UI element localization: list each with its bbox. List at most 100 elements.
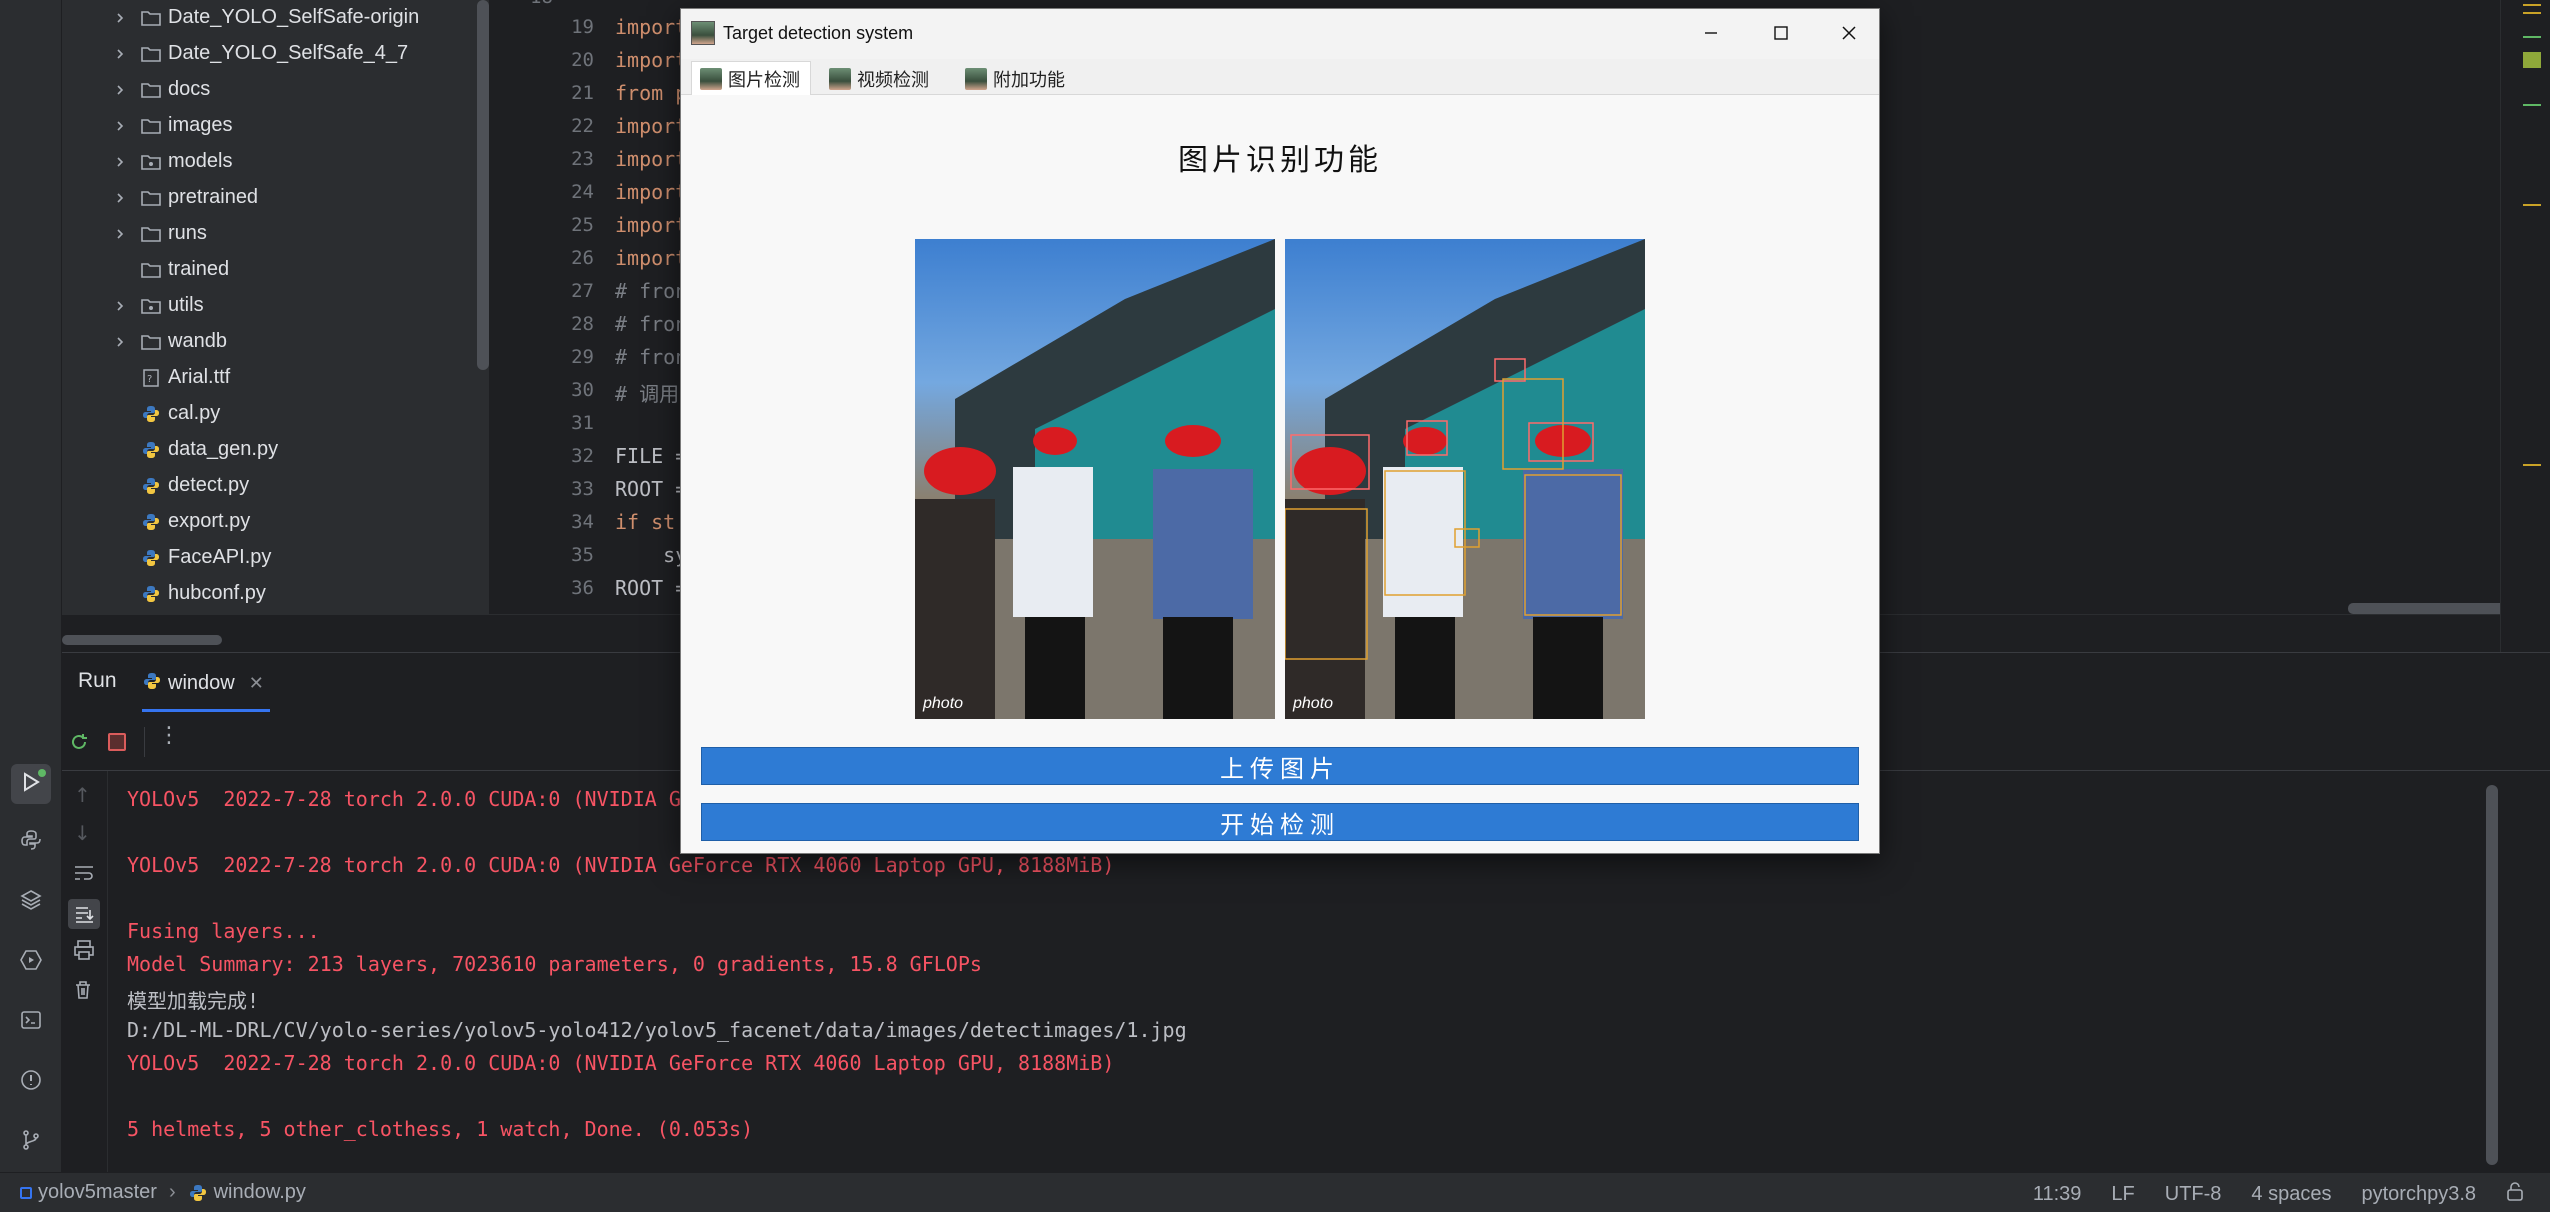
lock-icon[interactable] bbox=[2506, 1181, 2524, 1207]
tab-image-detection[interactable]: 图片检测 bbox=[691, 61, 811, 95]
console-scrollbar[interactable] bbox=[2486, 785, 2498, 1165]
print-icon[interactable] bbox=[72, 939, 96, 965]
services-tool-button[interactable] bbox=[11, 942, 51, 982]
chevron-right-icon[interactable] bbox=[110, 152, 130, 172]
python-interpreter[interactable]: pytorchpy3.8 bbox=[2361, 1183, 2476, 1206]
code-line[interactable]: ROOT = bbox=[615, 477, 687, 501]
marker-warning[interactable] bbox=[2523, 204, 2541, 206]
scroll-to-end-icon[interactable] bbox=[68, 899, 100, 929]
chevron-right-icon[interactable] bbox=[110, 116, 130, 136]
terminal-tool-button[interactable] bbox=[11, 1002, 51, 1042]
breadcrumb-project[interactable]: yolov5master bbox=[38, 1181, 157, 1204]
code-line[interactable]: import bbox=[615, 48, 687, 72]
trash-icon[interactable] bbox=[72, 979, 94, 1005]
line-number: 32 bbox=[571, 445, 594, 467]
line-number: 34 bbox=[571, 511, 594, 533]
maximize-button[interactable] bbox=[1761, 15, 1801, 51]
tree-item[interactable]: hubconf.py bbox=[62, 576, 478, 612]
tree-item[interactable]: detect.py bbox=[62, 468, 478, 504]
code-line[interactable]: from p bbox=[615, 81, 687, 105]
tree-item[interactable]: runs bbox=[62, 216, 478, 252]
problems-tool-button[interactable] bbox=[11, 1062, 51, 1102]
code-line[interactable]: import bbox=[615, 213, 687, 237]
tab-extra-functions[interactable]: 附加功能 bbox=[957, 63, 1075, 95]
breadcrumb: yolov5master › window.py bbox=[20, 1181, 306, 1204]
scroll-down-icon[interactable]: ↓ bbox=[74, 821, 91, 845]
tree-item-label: wandb bbox=[168, 330, 227, 352]
project-tree-scrollbar[interactable] bbox=[477, 0, 489, 370]
dialog-titlebar[interactable]: Target detection system bbox=[681, 9, 1879, 59]
marker-change[interactable] bbox=[2523, 36, 2541, 38]
code-line[interactable]: import bbox=[615, 180, 687, 204]
code-line[interactable]: # fron bbox=[615, 312, 687, 336]
python-console-tool-button[interactable] bbox=[11, 822, 51, 862]
marker-warning[interactable] bbox=[2523, 12, 2541, 14]
tree-item[interactable]: models bbox=[62, 144, 478, 180]
tree-item[interactable]: cal.py bbox=[62, 396, 478, 432]
marker-warning[interactable] bbox=[2523, 464, 2541, 466]
tree-item[interactable]: FaceAPI.py bbox=[62, 540, 478, 576]
chevron-right-icon[interactable] bbox=[110, 44, 130, 64]
code-line[interactable]: if st bbox=[615, 510, 675, 534]
cursor-position[interactable]: 11:39 bbox=[2033, 1183, 2082, 1206]
close-tab-icon[interactable]: ✕ bbox=[249, 673, 264, 694]
run-tool-button[interactable] bbox=[11, 764, 51, 804]
chevron-right-icon[interactable] bbox=[110, 296, 130, 316]
marker-warning[interactable] bbox=[2523, 4, 2541, 6]
marker-change[interactable] bbox=[2523, 104, 2541, 106]
tree-item[interactable]: ? Arial.ttf bbox=[62, 360, 478, 396]
indent-setting[interactable]: 4 spaces bbox=[2251, 1183, 2331, 1206]
tree-item[interactable]: export.py bbox=[62, 504, 478, 540]
chevron-right-icon[interactable] bbox=[110, 188, 130, 208]
tree-horizontal-scrollbar[interactable] bbox=[62, 635, 222, 645]
code-line[interactable]: # 调用 bbox=[615, 378, 679, 407]
status-widgets: 11:39 LF UTF-8 4 spaces pytorchpy3.8 bbox=[2033, 1181, 2524, 1207]
editor-horizontal-scrollbar[interactable] bbox=[2348, 603, 2500, 614]
code-line[interactable]: import bbox=[615, 114, 687, 138]
stop-icon[interactable] bbox=[108, 733, 126, 751]
layers-tool-button[interactable] bbox=[11, 882, 51, 922]
code-line[interactable]: ROOT = bbox=[615, 576, 687, 600]
tree-item[interactable]: Date_YOLO_SelfSafe-origin bbox=[62, 0, 478, 36]
soft-wrap-icon[interactable] bbox=[72, 863, 96, 887]
upload-image-button[interactable]: 上传图片 bbox=[701, 747, 1859, 785]
code-line[interactable]: import bbox=[615, 15, 687, 39]
line-separator[interactable]: LF bbox=[2111, 1183, 2134, 1206]
code-line[interactable]: import bbox=[615, 246, 687, 270]
git-tool-button[interactable] bbox=[11, 1122, 51, 1162]
tree-item[interactable]: data_gen.py bbox=[62, 432, 478, 468]
tree-item[interactable]: images bbox=[62, 108, 478, 144]
tree-item[interactable]: trained bbox=[62, 252, 478, 288]
close-button[interactable] bbox=[1829, 15, 1869, 51]
chevron-right-icon[interactable] bbox=[110, 224, 130, 244]
tab-label: 视频检测 bbox=[857, 70, 929, 90]
tree-item[interactable]: utils bbox=[62, 288, 478, 324]
image-detection-panel: 图片识别功能 photo photo 上传图片 开始检测 bbox=[681, 95, 1879, 853]
rerun-icon[interactable] bbox=[68, 731, 90, 757]
tree-item[interactable]: wandb bbox=[62, 324, 478, 360]
marker-change[interactable] bbox=[2523, 52, 2541, 68]
code-line[interactable]: # fron bbox=[615, 345, 687, 369]
chevron-right-icon[interactable] bbox=[110, 80, 130, 100]
chevron-right-icon[interactable] bbox=[110, 332, 130, 352]
code-line[interactable]: FILE = bbox=[615, 444, 687, 468]
tree-item[interactable]: pretrained bbox=[62, 180, 478, 216]
breadcrumb-file[interactable]: window.py bbox=[214, 1181, 306, 1204]
scroll-up-icon[interactable]: ↑ bbox=[74, 783, 91, 807]
tab-video-detection[interactable]: 视频检测 bbox=[821, 63, 939, 95]
code-line[interactable]: import bbox=[615, 147, 687, 171]
code-line[interactable]: # fron bbox=[615, 279, 687, 303]
tree-item[interactable]: docs bbox=[62, 72, 478, 108]
chevron-right-icon[interactable] bbox=[110, 8, 130, 28]
code-line[interactable]: sy bbox=[615, 543, 687, 567]
tree-item[interactable]: Date_YOLO_SelfSafe_4_7 bbox=[62, 36, 478, 72]
file-encoding[interactable]: UTF-8 bbox=[2165, 1183, 2222, 1206]
line-number: 24 bbox=[571, 181, 594, 203]
terminal-icon bbox=[19, 1008, 43, 1036]
more-options-icon[interactable]: ⋮ bbox=[158, 723, 180, 748]
run-tab-window[interactable]: window ✕ bbox=[142, 665, 264, 701]
start-detection-button[interactable]: 开始检测 bbox=[701, 803, 1859, 841]
problems-icon bbox=[19, 1068, 43, 1096]
line-number: 33 bbox=[571, 478, 594, 500]
minimize-button[interactable] bbox=[1691, 15, 1731, 51]
